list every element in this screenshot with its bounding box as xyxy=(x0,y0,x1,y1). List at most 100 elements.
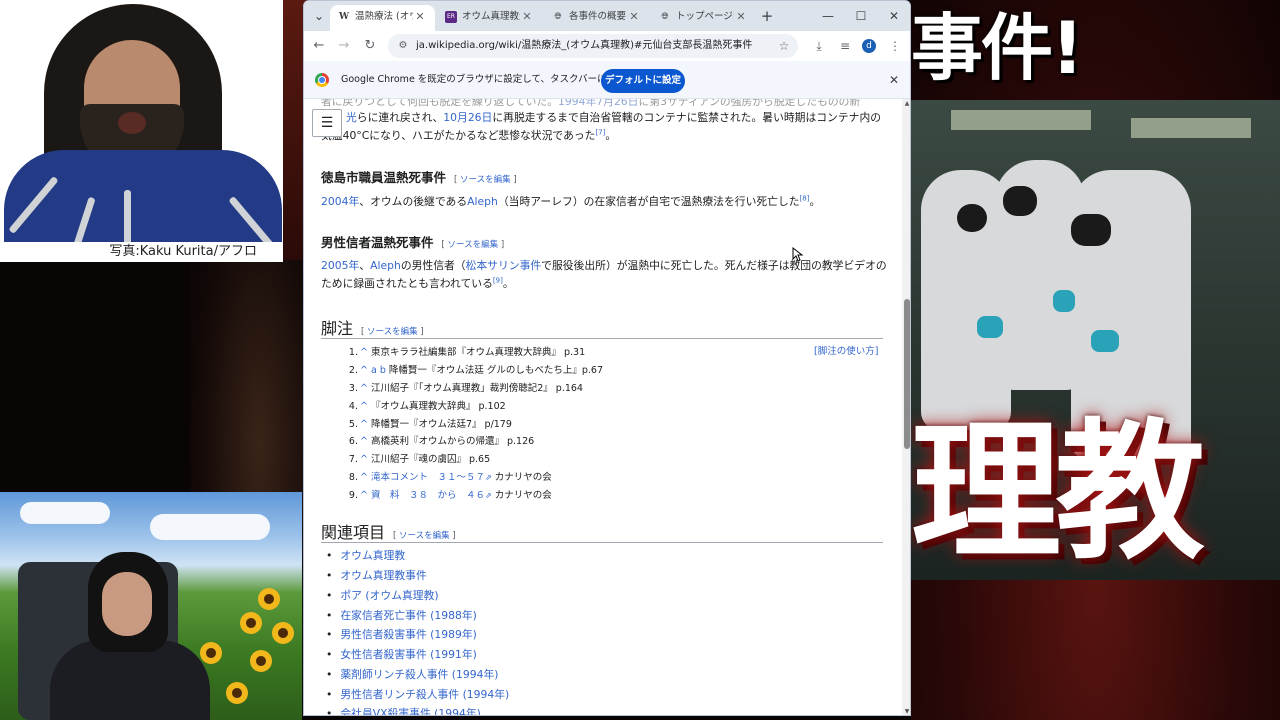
date-link[interactable]: 10月26日 xyxy=(443,111,492,124)
related-link[interactable]: 女性信者殺害事件 (1991年) xyxy=(326,645,477,664)
related-link[interactable]: 薬剤師リンチ殺人事件 (1994年) xyxy=(326,665,498,684)
reload-button[interactable]: ↻ xyxy=(359,35,381,57)
edit-source-link: [ ソースを編集 ] xyxy=(454,175,517,185)
thumbnail-right-panel: 事件! 理教 xyxy=(911,0,1280,720)
backlink[interactable]: ^ xyxy=(360,472,368,483)
queue-music-icon: ≡ xyxy=(839,39,851,53)
minimize-button[interactable]: — xyxy=(812,4,844,28)
site-info-icon[interactable]: ⚙ xyxy=(396,39,410,53)
backlink[interactable]: ^ xyxy=(360,490,368,501)
close-tab-icon[interactable]: ✕ xyxy=(734,5,748,29)
sunflower xyxy=(258,588,280,610)
citation-link[interactable]: [7] xyxy=(595,128,605,136)
scrollbar-thumb[interactable] xyxy=(904,299,910,449)
tab-label: 温熱療法 (オウ xyxy=(355,11,413,22)
external-link-icon: ⇗ xyxy=(484,473,492,482)
tab-top-page[interactable]: 🌐︎ トップページ|オウ✕ xyxy=(651,5,756,31)
tab-label: 各事件の概要 xyxy=(569,11,627,22)
menu-button[interactable]: ⋮ xyxy=(884,35,906,57)
sarin-link[interactable]: 松本サリン事件 xyxy=(466,259,542,272)
tab-wikipedia[interactable]: W 温熱療法 (オウ✕ xyxy=(330,5,435,31)
tab-search-button[interactable]: ⌄ xyxy=(308,5,330,27)
default-browser-infobar: Google Chrome を既定のブラウザに設定して、タスクバーに固定する デ… xyxy=(304,61,910,99)
footnote-number: 9. xyxy=(348,490,358,501)
footnote-number: 3. xyxy=(348,383,358,394)
forward-button[interactable]: → xyxy=(333,35,355,57)
tab-aum-site[interactable]: ER オウム真理教元✕ xyxy=(437,5,542,31)
close-tab-icon[interactable]: ✕ xyxy=(413,5,427,29)
related-link[interactable]: ポア (オウム真理教) xyxy=(326,586,438,605)
downloads-button[interactable]: ⤓ xyxy=(808,35,830,57)
scroll-up-arrow-icon[interactable]: ▲ xyxy=(902,99,910,109)
set-default-button[interactable]: デフォルトに設定 xyxy=(601,69,685,93)
text: 、 xyxy=(359,259,371,272)
sunflower xyxy=(200,642,222,664)
external-link[interactable]: 滝本コメント ３１～５７ xyxy=(371,472,485,483)
edit-link[interactable]: ソースを編集 xyxy=(367,327,418,337)
mouse-cursor-icon xyxy=(792,247,804,262)
back-button[interactable]: ← xyxy=(308,35,330,57)
text: に第3サティアンの強房から脱走したものの新 xyxy=(638,99,861,108)
edit-link[interactable]: ソースを編集 xyxy=(399,531,450,541)
streamer-body xyxy=(50,640,210,720)
related-link[interactable]: 男性信者リンチ殺人事件 (1994年) xyxy=(326,685,509,704)
backlink[interactable]: ^ xyxy=(360,383,368,394)
related-link[interactable]: 男性信者殺害事件 (1989年) xyxy=(326,625,477,644)
person-link[interactable]: 光 xyxy=(346,111,357,124)
thumbnail-headline-top: 事件! xyxy=(911,6,1084,90)
backlink[interactable]: ^ a b xyxy=(360,365,386,376)
related-link[interactable]: 会社員VX殺害事件 (1994年) xyxy=(326,704,481,715)
close-tab-icon[interactable]: ✕ xyxy=(520,5,534,29)
aleph-link[interactable]: Aleph xyxy=(370,259,401,272)
bracket: [ xyxy=(441,240,445,250)
related-link[interactable]: 在家信者死亡事件 (1988年) xyxy=(326,606,477,625)
backlink[interactable]: ^ xyxy=(360,436,368,447)
footnote-item: 5. ^ 降幡賢一『オウム法廷7』 p/179 xyxy=(340,416,840,433)
streamer-face xyxy=(102,572,152,636)
tab-incident-summary[interactable]: 🌐︎ 各事件の概要 ✕ xyxy=(544,5,649,31)
close-window-button[interactable]: ✕ xyxy=(878,4,910,28)
backlink[interactable]: ^ xyxy=(360,454,368,465)
text: （当時アーレフ）の在家信者が自宅で温熱療法を行い死亡した xyxy=(497,195,800,208)
list-icon: ☰ xyxy=(320,115,334,131)
scroll-down-arrow-icon[interactable]: ▼ xyxy=(902,707,910,715)
page-scrollbar[interactable]: ▲ ▼ xyxy=(902,99,910,715)
citation-link[interactable]: [9] xyxy=(493,276,503,284)
maximize-button[interactable]: ☐ xyxy=(845,4,877,28)
external-link[interactable]: 資 料 ３８ から ４６ xyxy=(371,490,485,501)
heading-text: 男性信者温熱死事件 xyxy=(321,235,434,250)
close-infobar-icon[interactable]: ✕ xyxy=(884,70,904,90)
close-tab-icon[interactable]: ✕ xyxy=(627,5,641,29)
backlink[interactable]: ^ xyxy=(360,401,368,412)
infobar-message: Google Chrome を既定のブラウザに設定して、タスクバーに固定する xyxy=(341,74,645,85)
aleph-link[interactable]: Aleph xyxy=(467,195,498,208)
profile-avatar[interactable]: d xyxy=(862,39,876,53)
footnote-text: 『オウム真理教大辞典』 p.102 xyxy=(370,401,506,412)
backlink[interactable]: ^ xyxy=(360,347,368,358)
backlink[interactable]: ^ xyxy=(360,419,368,430)
glove xyxy=(1091,330,1119,352)
date-link[interactable]: 1994年7月26日 xyxy=(558,99,638,108)
cloud xyxy=(150,514,270,540)
edit-link[interactable]: ソースを編集 xyxy=(460,175,511,185)
more-vert-icon: ⋮ xyxy=(889,39,901,53)
press-photo-panel: 写真:Kaku Kurita/アフロ xyxy=(0,0,283,262)
edit-link[interactable]: ソースを編集 xyxy=(448,240,499,250)
reading-list-button[interactable]: ≡ xyxy=(834,35,856,57)
citation-link[interactable]: [8] xyxy=(800,194,810,202)
new-tab-button[interactable]: + xyxy=(756,5,778,27)
section-heading-male-believer: 男性信者温熱死事件 [ ソースを編集 ] xyxy=(321,232,504,251)
related-link[interactable]: オウム真理教 xyxy=(326,546,405,565)
heading-text: 関連項目 xyxy=(321,523,386,542)
related-link[interactable]: オウム真理教事件 xyxy=(326,566,426,585)
address-bar[interactable]: ⚙ ja.wikipedia.org/wiki/温熱療法_(オウム真理教)#元仙… xyxy=(388,34,798,58)
bookmark-star-icon[interactable]: ☆ xyxy=(776,34,792,58)
year-link[interactable]: 2005年 xyxy=(321,259,359,272)
footnote-number: 5. xyxy=(348,419,358,430)
year-link[interactable]: 2004年 xyxy=(321,195,359,208)
url-text[interactable]: ja.wikipedia.org/wiki/温熱療法_(オウム真理教)#元仙台支… xyxy=(416,34,766,58)
footnote-item: 4. ^ 『オウム真理教大辞典』 p.102 xyxy=(340,398,840,415)
table-of-contents-button[interactable]: ☰ xyxy=(312,109,342,137)
arrow-left-icon: ← xyxy=(313,38,325,53)
bracket: ] xyxy=(513,175,517,185)
